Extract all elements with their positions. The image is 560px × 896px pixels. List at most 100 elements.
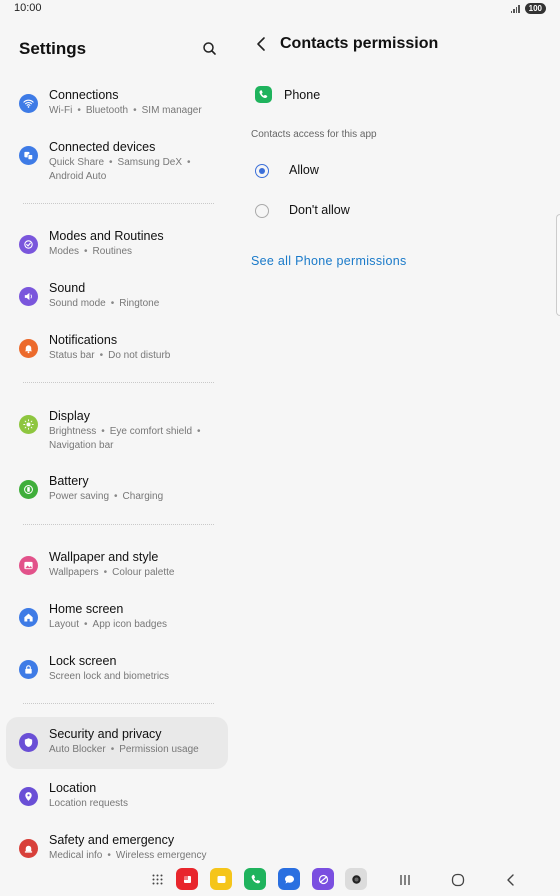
subtitle-part: App icon badges [92,619,168,630]
settings-item-title: Battery [49,474,89,488]
settings-item-location[interactable]: Location Location requests [6,775,228,819]
settings-item-battery[interactable]: Battery Power saving • Charging [6,468,228,512]
section-divider [23,524,214,525]
flipboard-icon[interactable] [176,868,198,890]
settings-item-subtitle: Brightness • Eye comfort shield •Navigation… [49,426,201,451]
signal-icon [510,4,520,13]
settings-item-subtitle: Status bar • Do not disturb [49,350,171,361]
modes-icon [19,235,38,254]
radio-don-t-allow[interactable] [255,204,269,218]
status-time: 10:00 [14,2,42,14]
section-divider [23,703,214,704]
settings-item-subtitle: Wallpapers • Colour palette [49,567,175,578]
settings-item-connected-devices[interactable]: Connected devices Quick Share • Samsung DeX… [6,134,228,198]
settings-item-title: Location [49,781,97,795]
navigation-bar [0,864,560,896]
subtitle-part: Sound mode [49,298,106,309]
radio-label[interactable]: Allow [289,163,319,177]
settings-item-sound[interactable]: Sound Sound mode • Ringtone [6,275,228,319]
subtitle-part: Charging [122,491,164,502]
settings-item-connections[interactable]: Connections Wi-Fi • Bluetooth • SIM manager [6,82,228,126]
settings-item-modes-and-routines[interactable]: Modes and Routines Modes • Routines [6,223,228,267]
messages-icon[interactable] [278,868,300,890]
camera-icon[interactable] [345,868,367,890]
home-circle-icon [451,873,465,887]
subtitle-part: Android Auto [49,171,107,182]
section-label: Contacts access for this app [251,129,377,140]
search-icon [203,42,216,55]
location-pin-icon [19,787,38,806]
settings-item-notifications[interactable]: Notifications Status bar • Do not disturb [6,327,228,371]
chevron-left-icon [257,37,265,51]
settings-item-subtitle: Sound mode • Ringtone [49,298,160,309]
back-nav-button[interactable] [503,872,519,888]
subtitle-part: Wallpapers [49,567,99,578]
page-title: Contacts permission [280,35,439,52]
radio-label[interactable]: Don't allow [289,203,350,217]
subtitle-part: Screen lock and biometrics [49,671,170,682]
internet-icon[interactable] [312,868,334,890]
settings-item-title: Wallpaper and style [49,550,159,564]
settings-item-title: Safety and emergency [49,833,175,847]
battery-icon [19,480,38,499]
settings-item-subtitle: Power saving • Charging [49,491,164,502]
subtitle-part: Brightness [49,426,97,437]
settings-item-subtitle: Location requests [49,797,224,811]
settings-item-title: Modes and Routines [49,229,164,243]
settings-item-subtitle: Quick Share • Samsung DeX •Android Auto [49,157,191,182]
settings-title: Settings [19,39,87,58]
settings-item-security-and-privacy[interactable]: Security and privacy Auto Blocker • Permiss… [6,717,228,769]
subtitle-part: Wi-Fi [49,105,73,116]
settings-item-title: Connections [49,88,119,102]
search-button[interactable] [200,39,220,59]
subtitle-part: Bluetooth [85,105,129,116]
settings-item-subtitle: Modes • Routines [49,246,132,257]
wifi-icon [19,94,38,113]
settings-item-title: Lock screen [49,654,117,668]
subtitle-part: Power saving [49,491,110,502]
shield-icon [19,733,38,752]
subtitle-part: Samsung DeX [117,157,183,168]
lock-icon [19,660,38,679]
speaker-icon [19,287,38,306]
settings-item-lock-screen[interactable]: Lock screen Screen lock and biometrics [6,648,228,692]
subtitle-part: Status bar [49,350,95,361]
settings-item-title: Notifications [49,333,118,347]
settings-item-subtitle: Layout • App icon badges [49,619,168,630]
emergency-icon [19,839,38,858]
settings-item-display[interactable]: Display Brightness • Eye comfort shield •Nav… [6,403,228,467]
subtitle-part: Location requests [49,798,128,809]
section-divider [23,382,214,383]
settings-item-wallpaper-and-style[interactable]: Wallpaper and style Wallpapers • Colour pal… [6,544,228,588]
settings-item-home-screen[interactable]: Home screen Layout • App icon badges [6,596,228,640]
radio-allow[interactable] [255,164,269,178]
settings-item-subtitle: Medical info • Wireless emergency [49,850,207,861]
notes-icon[interactable] [210,868,232,890]
subtitle-part: Quick Share [49,157,105,168]
settings-item-subtitle: Auto Blocker • Permission usage [49,744,199,755]
home-button[interactable] [450,872,466,888]
subtitle-part: Colour palette [112,567,175,578]
bell-icon [19,339,38,358]
back-icon [507,874,514,886]
subtitle-part: Permission usage [119,744,199,755]
recent-apps-button[interactable] [397,872,413,888]
pane-resize-handle[interactable] [556,214,560,316]
phone-app-icon[interactable] [244,868,266,890]
phone-app-icon [255,86,272,103]
back-button[interactable] [253,35,271,53]
subtitle-part: Wireless emergency [115,850,207,861]
settings-item-subtitle: Wi-Fi • Bluetooth • SIM manager [49,105,202,116]
see-all-permissions-link[interactable]: See all Phone permissions [251,254,407,268]
settings-item-title: Sound [49,281,86,295]
subtitle-part: SIM manager [141,105,202,116]
subtitle-part: Auto Blocker [49,744,106,755]
settings-item-title: Security and privacy [49,727,162,741]
subtitle-part: Medical info [49,850,103,861]
devices-icon [19,146,38,165]
app-grid-icon[interactable] [146,868,168,890]
settings-pane: Settings Connections Wi-Fi • Bluetooth • SIM … [0,18,234,868]
section-divider [23,203,214,204]
subtitle-part: Routines [92,246,132,257]
status-bar: 10:00 100 [0,0,560,18]
